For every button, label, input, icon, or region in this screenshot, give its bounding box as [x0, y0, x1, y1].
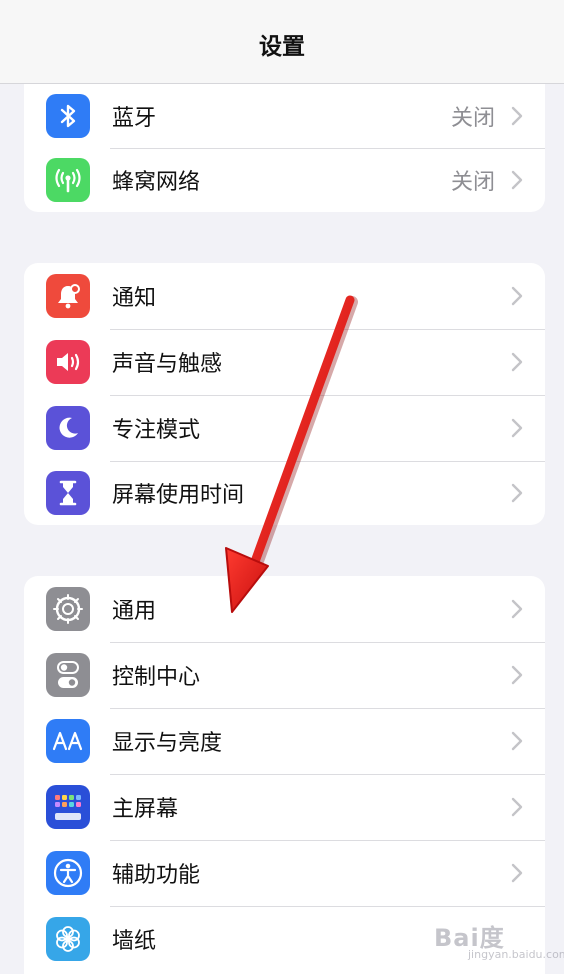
chevron-right-icon: [511, 170, 523, 190]
navigation-bar: 设置: [0, 0, 564, 84]
toggles-icon: [46, 653, 90, 697]
chevron-right-icon: [511, 286, 523, 306]
chevron-right-icon: [511, 106, 523, 126]
watermark-url: jingyan.baidu.com: [468, 948, 564, 961]
chevron-right-icon: [511, 731, 523, 751]
settings-row-label: 蜂窝网络: [112, 170, 201, 195]
settings-row-label: 屏幕使用时间: [112, 483, 245, 508]
chevron-right-icon: [511, 863, 523, 883]
chevron-right-icon: [511, 418, 523, 438]
chevron-right-icon: [511, 797, 523, 817]
antenna-icon: [46, 158, 90, 202]
settings-row-label: 显示与亮度: [112, 731, 223, 756]
page-title: 设置: [259, 33, 305, 60]
status-value: 关闭: [450, 106, 495, 131]
chevron-right-icon: [511, 483, 523, 503]
settings-row-notifications[interactable]: 通知: [24, 263, 545, 329]
settings-row-accessibility[interactable]: 辅助功能: [24, 840, 545, 906]
settings-row-label: 声音与触感: [112, 352, 223, 377]
text-size-icon: [46, 719, 90, 763]
chevron-right-icon: [511, 352, 523, 372]
notification-bell-icon: [46, 274, 90, 318]
hourglass-icon: [46, 471, 90, 515]
flower-icon: [46, 917, 90, 961]
accessibility-icon: [46, 851, 90, 895]
settings-row-general[interactable]: 通用: [24, 576, 545, 642]
settings-row-focus[interactable]: 专注模式: [24, 395, 545, 461]
settings-row-label: 控制中心: [112, 665, 201, 690]
settings-group-attention: 通知 声音与触感 专注模式 屏幕使用时间: [24, 263, 545, 525]
settings-row-label: 蓝牙: [112, 106, 157, 131]
chevron-right-icon: [511, 665, 523, 685]
status-value: 关闭: [450, 170, 495, 195]
settings-row-display-brightness[interactable]: 显示与亮度: [24, 708, 545, 774]
bluetooth-icon: [46, 94, 90, 138]
settings-row-label: 通知: [112, 286, 157, 311]
settings-row-home-screen[interactable]: 主屏幕: [24, 774, 545, 840]
speaker-icon: [46, 340, 90, 384]
watermark-logo: Bai度 jingyan.baidu.com: [430, 910, 564, 966]
settings-row-cellular[interactable]: 蜂窝网络 关闭: [24, 148, 545, 212]
settings-row-label: 墙纸: [112, 929, 157, 954]
settings-row-bluetooth[interactable]: 蓝牙 关闭: [24, 84, 545, 148]
settings-row-label: 主屏幕: [112, 797, 179, 822]
chevron-right-icon: [511, 599, 523, 619]
settings-row-label: 通用: [112, 599, 157, 624]
settings-row-control-center[interactable]: 控制中心: [24, 642, 545, 708]
settings-row-label: 辅助功能: [112, 863, 201, 888]
settings-row-screen-time[interactable]: 屏幕使用时间: [24, 461, 545, 525]
settings-group-connectivity: 蓝牙 关闭 蜂窝网络 关闭: [24, 84, 545, 212]
settings-row-sounds[interactable]: 声音与触感: [24, 329, 545, 395]
home-grid-icon: [46, 785, 90, 829]
settings-row-label: 专注模式: [112, 418, 201, 443]
moon-icon: [46, 406, 90, 450]
gear-icon: [46, 587, 90, 631]
